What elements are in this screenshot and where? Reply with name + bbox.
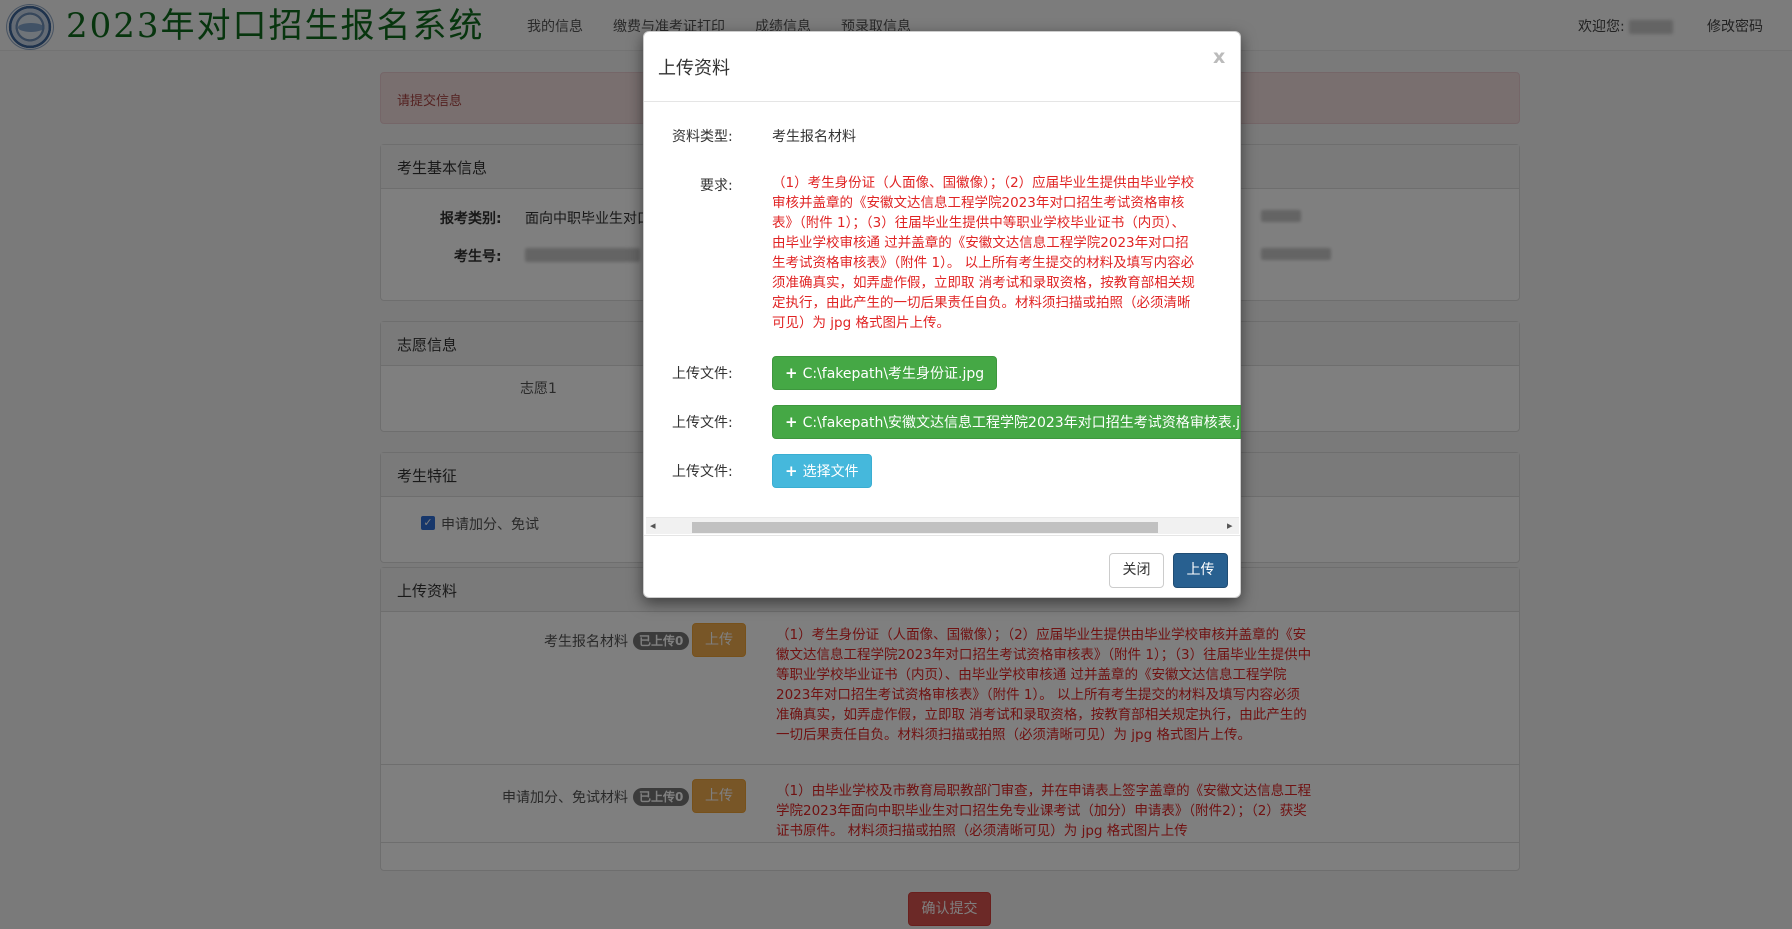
close-icon[interactable]: x — [1213, 46, 1225, 68]
choose-file-label: 选择文件 — [802, 464, 859, 480]
upload-file-label: 上传文件: — [672, 415, 733, 431]
requirement-label: 要求: — [700, 178, 733, 194]
modal-footer: 关闭 上传 — [644, 535, 1240, 597]
scrollbar-thumb[interactable] — [692, 522, 1158, 533]
modal-title: 上传资料 — [658, 58, 730, 79]
choose-file-button[interactable]: + 选择文件 — [772, 454, 872, 488]
upload-file-label: 上传文件: — [672, 464, 733, 480]
horizontal-scrollbar[interactable]: ◂ ▸ — [646, 517, 1239, 534]
plus-icon: + — [785, 364, 798, 382]
uploaded-file-button[interactable]: + C:\fakepath\考生身份证.jpg — [772, 356, 998, 390]
upload-submit-button[interactable]: 上传 — [1173, 553, 1228, 588]
upload-file-label: 上传文件: — [672, 366, 733, 382]
requirement-text: （1）考生身份证（人面像、国徽像）；（2）应届毕业生提供由毕业学校审核并盖章的《… — [772, 175, 1195, 331]
scroll-right-icon[interactable]: ▸ — [1227, 519, 1233, 532]
close-button[interactable]: 关闭 — [1109, 553, 1164, 588]
plus-icon: + — [785, 462, 798, 480]
modal-header: 上传资料 x — [644, 32, 1240, 102]
file-name: C:\fakepath\安徽文达信息工程学院2023年对口招生考试资格审核表.j… — [802, 415, 1241, 431]
file-name: C:\fakepath\考生身份证.jpg — [802, 366, 985, 382]
scroll-left-icon[interactable]: ◂ — [650, 519, 656, 532]
material-type-label: 资料类型: — [672, 129, 733, 145]
upload-modal: 上传资料 x 资料类型: 考生报名材料 要求: （1）考生身份证（人面像、国徽像… — [643, 31, 1241, 598]
material-type-value: 考生报名材料 — [772, 129, 856, 145]
uploaded-file-button[interactable]: + C:\fakepath\安徽文达信息工程学院2023年对口招生考试资格审核表.… — [772, 405, 1241, 439]
plus-icon: + — [785, 413, 798, 431]
